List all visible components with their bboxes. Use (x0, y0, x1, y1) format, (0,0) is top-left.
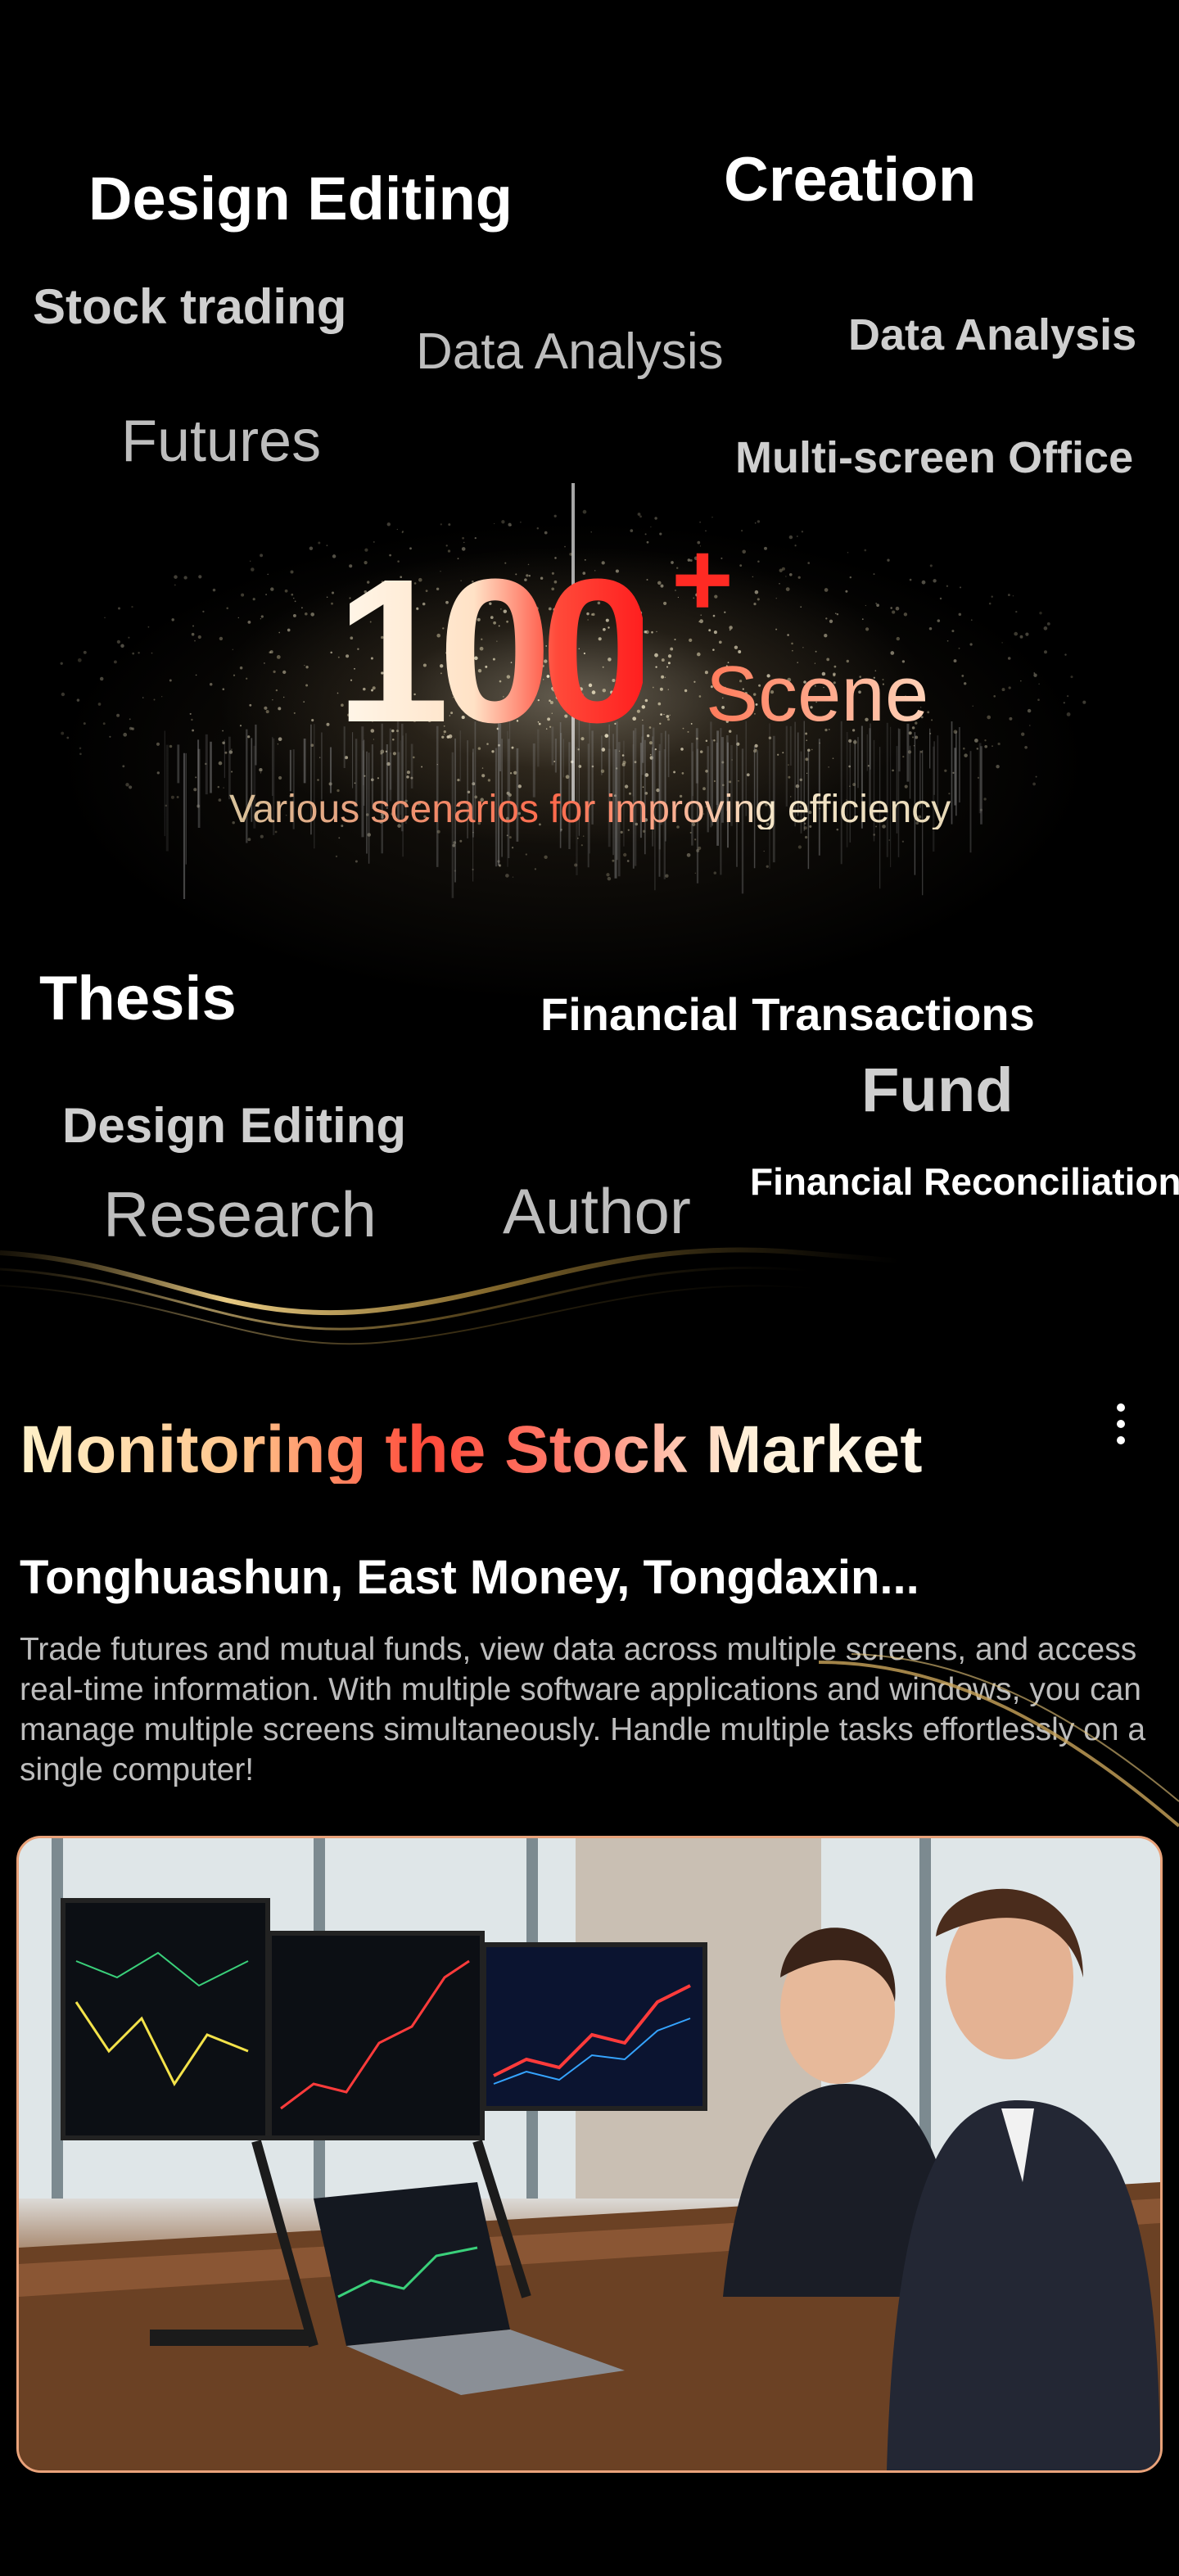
keyword-multi-screen-office: Multi-screen Office (735, 433, 1134, 482)
keyword-futures: Futures (121, 409, 322, 474)
headline-number: 100 (336, 536, 654, 765)
keyword-design-editing: Design Editing (88, 165, 513, 233)
keyword-creation: Creation (724, 145, 977, 215)
headline-plus: + (671, 519, 734, 639)
trading-setup-illustration (19, 1838, 1160, 2470)
hero-card: Design Editing Creation Stock trading Da… (0, 25, 1179, 1351)
keyword-thesis: Thesis (39, 964, 237, 1033)
keyword-data-analysis: Data Analysis (416, 323, 724, 380)
right-gold-wave (819, 1653, 1179, 1828)
keyword-stock-trading: Stock trading (33, 279, 347, 334)
headline-scene: Scene (706, 650, 929, 738)
section-apps: Tonghuashun, East Money, Tongdaxin... (20, 1551, 919, 1604)
more-vertical-icon[interactable] (1109, 1403, 1133, 1451)
keyword-financial-reconciliation: Financial Reconciliation (750, 1160, 1179, 1203)
trading-setup-photo (16, 1836, 1163, 2473)
keyword-financial-transactions: Financial Transactions (540, 988, 1035, 1040)
keyword-design-editing: Design Editing (62, 1098, 406, 1153)
section-title: Monitoring the Stock Market (20, 1412, 923, 1487)
keyword-data-analysis: Data Analysis (848, 310, 1137, 359)
keyword-fund: Fund (861, 1055, 1014, 1125)
headline-subtitle: Various scenarios for improving efficien… (229, 788, 951, 831)
golden-wave (0, 1247, 901, 1345)
